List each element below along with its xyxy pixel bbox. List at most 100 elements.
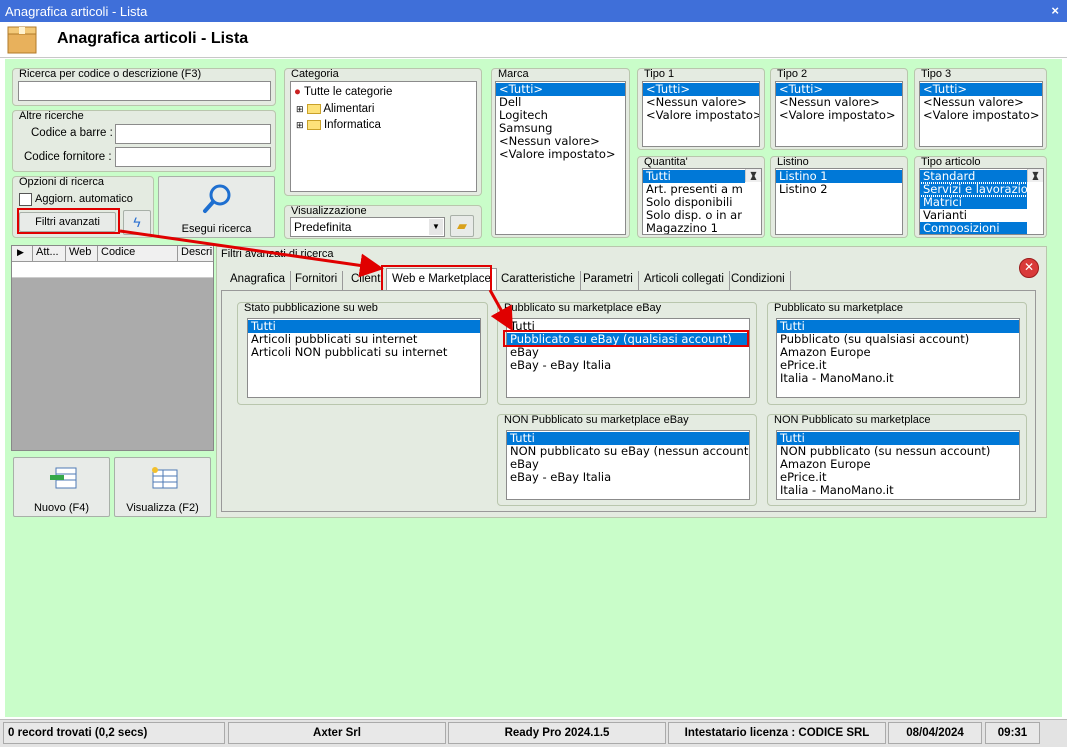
status-license: Intestatario licenza : CODICE SRL bbox=[668, 722, 886, 744]
auto-update-label: Aggiorn. automatico bbox=[35, 193, 133, 205]
column-header[interactable]: Descri bbox=[177, 246, 212, 262]
quantity-scrollbar[interactable]: ▲ ▼ bbox=[745, 169, 761, 182]
other-search-label: Altre ricerche bbox=[19, 110, 84, 122]
window-close-button[interactable]: × bbox=[1051, 3, 1059, 18]
view-select[interactable]: Predefinita ▼ bbox=[290, 217, 445, 237]
run-search-button[interactable]: Esegui ricerca bbox=[158, 176, 275, 238]
quantity-list[interactable]: Tutti Art. presenti a m Solo disponibili… bbox=[642, 168, 762, 235]
tab-caratteristiche[interactable]: Caratteristiche bbox=[496, 271, 582, 290]
quantity-group: Quantita' Tutti Art. presenti a m Solo d… bbox=[637, 156, 765, 238]
type1-list[interactable]: <Tutti> <Nessun valore> <Valore impostat… bbox=[642, 81, 760, 147]
table-row[interactable] bbox=[12, 262, 213, 278]
column-header[interactable]: Att... bbox=[32, 246, 59, 262]
type3-list[interactable]: <Tutti> <Nessun valore> <Valore impostat… bbox=[919, 81, 1043, 147]
category-tree[interactable]: ● Tutte le categorie ⊞ Alimentari ⊞ Info… bbox=[290, 81, 477, 192]
lightning-button[interactable]: ϟ bbox=[123, 210, 151, 235]
list-item[interactable]: Composizioni bbox=[920, 221, 1028, 234]
web-tab-highlight bbox=[381, 265, 492, 292]
tab-condizioni[interactable]: Condizioni bbox=[726, 271, 791, 290]
search-input[interactable] bbox=[18, 81, 271, 101]
quantity-label: Quantita' bbox=[644, 156, 688, 168]
category-group: Categoria ● Tutte le categorie ⊞ Aliment… bbox=[284, 68, 482, 196]
category-item-label: Informatica bbox=[323, 119, 381, 131]
scroll-down-icon[interactable]: ▼ bbox=[747, 169, 760, 181]
brand-group: Marca <Tutti> Dell Logitech Samsung <Nes… bbox=[491, 68, 630, 238]
category-item[interactable]: ⊞ Alimentari bbox=[291, 101, 476, 117]
marketplace-not-published-group: NON Pubblicato su marketplace Tutti NON … bbox=[767, 414, 1027, 506]
new-record-icon bbox=[50, 467, 77, 489]
ebay-option-highlight bbox=[503, 330, 749, 347]
list-item[interactable]: <Valore impostato> bbox=[920, 109, 1042, 122]
view-button[interactable]: Visualizza (F2) bbox=[114, 457, 211, 517]
list-item[interactable]: <Valore impostato> bbox=[776, 109, 902, 122]
page-header: Anagrafica articoli - Lista bbox=[0, 22, 1067, 58]
article-type-list[interactable]: Standard Servizi e lavorazio Matrici Var… bbox=[919, 168, 1044, 235]
marketplace-not-published-list[interactable]: Tutti NON pubblicato (su nessun account)… bbox=[776, 430, 1020, 500]
magnifier-icon bbox=[203, 184, 231, 213]
column-header[interactable]: Web bbox=[65, 246, 91, 262]
box-icon bbox=[7, 26, 37, 54]
column-header[interactable]: Codice bbox=[97, 246, 135, 262]
type2-list[interactable]: <Tutti> <Nessun valore> <Valore impostat… bbox=[775, 81, 903, 147]
tab-anagrafica[interactable]: Anagrafica bbox=[225, 271, 291, 290]
advanced-filters-highlight bbox=[17, 208, 120, 234]
view-label: Visualizzazione bbox=[291, 205, 367, 217]
open-folder-button[interactable]: ▰ bbox=[450, 215, 474, 237]
page-title: Anagrafica articoli - Lista bbox=[57, 30, 249, 47]
scroll-down-icon[interactable]: ▼ bbox=[1029, 169, 1042, 181]
ebay-published-group: Pubblicato su marketplace eBay Tutti Pub… bbox=[497, 302, 757, 405]
pricelist-label: Listino bbox=[777, 156, 809, 168]
tab-articoli-collegati[interactable]: Articoli collegati bbox=[639, 271, 730, 290]
supplier-code-input[interactable] bbox=[115, 147, 271, 167]
close-icon: ✕ bbox=[1023, 260, 1035, 274]
folder-icon bbox=[306, 103, 321, 114]
ebay-not-published-list[interactable]: Tutti NON pubblicato su eBay (nessun acc… bbox=[506, 430, 750, 500]
status-version: Ready Pro 2024.1.5 bbox=[448, 722, 666, 744]
barcode-input[interactable] bbox=[115, 124, 271, 144]
expand-icon[interactable]: ⊞ bbox=[296, 120, 304, 130]
list-item[interactable]: eBay - eBay Italia bbox=[507, 359, 749, 372]
list-item[interactable]: Listino 2 bbox=[776, 183, 902, 196]
status-bar: 0 record trovati (0,2 secs) Axter Srl Re… bbox=[0, 719, 1067, 747]
web-status-group: Stato pubblicazione su web Tutti Articol… bbox=[237, 302, 488, 405]
list-item[interactable]: NON pubblicato su eBay (nessun account) bbox=[507, 445, 749, 458]
category-item[interactable]: ⊞ Informatica bbox=[291, 117, 476, 133]
list-item[interactable]: <Valore impostato> bbox=[643, 109, 759, 122]
close-panel-button[interactable]: ✕ bbox=[1019, 258, 1039, 278]
pricelist-group: Listino Listino 1 Listino 2 bbox=[770, 156, 908, 238]
web-status-list[interactable]: Tutti Articoli pubblicati su internet Ar… bbox=[247, 318, 481, 398]
results-grid[interactable]: ▶ Att... Web Codice Descri bbox=[11, 245, 214, 451]
pricelist-list[interactable]: Listino 1 Listino 2 bbox=[775, 168, 903, 235]
supplier-code-label: Codice fornitore : bbox=[24, 151, 112, 163]
brand-list[interactable]: <Tutti> Dell Logitech Samsung <Nessun va… bbox=[495, 81, 626, 235]
status-records: 0 record trovati (0,2 secs) bbox=[3, 722, 225, 744]
window-title: Anagrafica articoli - Lista bbox=[5, 4, 148, 19]
grid-header: ▶ Att... Web Codice Descri bbox=[12, 246, 213, 262]
marketplace-published-list[interactable]: Tutti Pubblicato (su qualsiasi account) … bbox=[776, 318, 1020, 398]
tab-parametri[interactable]: Parametri bbox=[578, 271, 639, 290]
expand-icon[interactable]: ⊞ bbox=[296, 104, 304, 114]
marketplace-not-published-label: NON Pubblicato su marketplace bbox=[774, 414, 931, 426]
ebay-not-published-label: NON Pubblicato su marketplace eBay bbox=[504, 414, 689, 426]
view-select-value: Predefinita bbox=[294, 220, 352, 234]
article-type-label: Tipo articolo bbox=[921, 156, 981, 168]
other-search-group: Altre ricerche Codice a barre : Codice f… bbox=[12, 110, 276, 172]
category-root-label: Tutte le categorie bbox=[303, 86, 393, 98]
chevron-down-icon[interactable]: ▼ bbox=[429, 219, 443, 235]
tab-fornitori[interactable]: Fornitori bbox=[290, 271, 344, 290]
new-button[interactable]: Nuovo (F4) bbox=[13, 457, 110, 517]
auto-update-checkbox[interactable] bbox=[19, 193, 32, 206]
list-item[interactable]: <Valore impostato> bbox=[496, 148, 625, 161]
list-item[interactable]: Italia - ManoMano.it bbox=[777, 372, 1019, 385]
advanced-filters-title: Filtri avanzati di ricerca bbox=[221, 248, 334, 260]
marketplace-published-label: Pubblicato su marketplace bbox=[774, 302, 904, 314]
list-item[interactable]: Articoli NON pubblicati su internet bbox=[248, 346, 480, 359]
view-button-label: Visualizza (F2) bbox=[126, 502, 199, 514]
article-type-scrollbar[interactable]: ▲ ▼ bbox=[1027, 169, 1043, 182]
list-item[interactable]: eBay - eBay Italia bbox=[507, 471, 749, 484]
list-item[interactable]: Italia - ManoMano.it bbox=[777, 484, 1019, 497]
list-item[interactable]: Magazzino 1 bbox=[643, 222, 761, 235]
lightning-icon: ϟ bbox=[133, 214, 141, 230]
marketplace-published-group: Pubblicato su marketplace Tutti Pubblica… bbox=[767, 302, 1027, 405]
category-root[interactable]: ● Tutte le categorie bbox=[291, 83, 476, 101]
